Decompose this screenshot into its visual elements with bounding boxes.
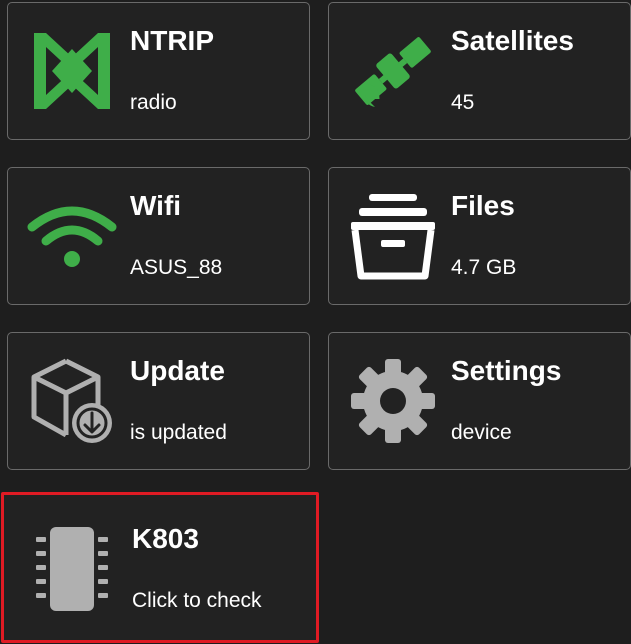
wifi-icon [20, 182, 124, 290]
tile-subtitle: is updated [130, 421, 227, 444]
tile-title: Wifi [130, 190, 182, 221]
tile-ntrip[interactable]: NTRIP radio [7, 2, 310, 140]
tile-title: Files [451, 190, 515, 221]
ntrip-icon [20, 17, 124, 125]
tile-title: Settings [451, 355, 562, 386]
tile-subtitle: Click to check [132, 589, 262, 612]
tile-files[interactable]: Files 4.7 GB [328, 167, 631, 305]
tile-wifi[interactable]: Wifi ASUS_88 [7, 167, 310, 305]
archive-box-icon [341, 182, 445, 290]
chip-icon [20, 515, 124, 623]
tile-subtitle: radio [130, 91, 177, 114]
tile-title: Satellites [451, 25, 574, 56]
tile-title: NTRIP [130, 25, 214, 56]
tile-subtitle: 45 [451, 91, 475, 114]
gear-icon [341, 347, 445, 455]
tile-title: Update [130, 355, 225, 386]
tile-subtitle: 4.7 GB [451, 256, 517, 279]
package-update-icon [20, 347, 124, 455]
tile-k803[interactable]: K803 Click to check [1, 492, 319, 643]
tile-subtitle: ASUS_88 [130, 256, 223, 279]
tile-satellites[interactable]: Satellites 45 [328, 2, 631, 140]
satellite-icon [341, 17, 445, 125]
dashboard-grid: NTRIP radio Satellites 45 Wifi ASUS_88 F… [0, 0, 631, 644]
tile-settings[interactable]: Settings device [328, 332, 631, 470]
tile-title: K803 [132, 523, 199, 554]
tile-update[interactable]: Update is updated [7, 332, 310, 470]
tile-subtitle: device [451, 421, 512, 444]
